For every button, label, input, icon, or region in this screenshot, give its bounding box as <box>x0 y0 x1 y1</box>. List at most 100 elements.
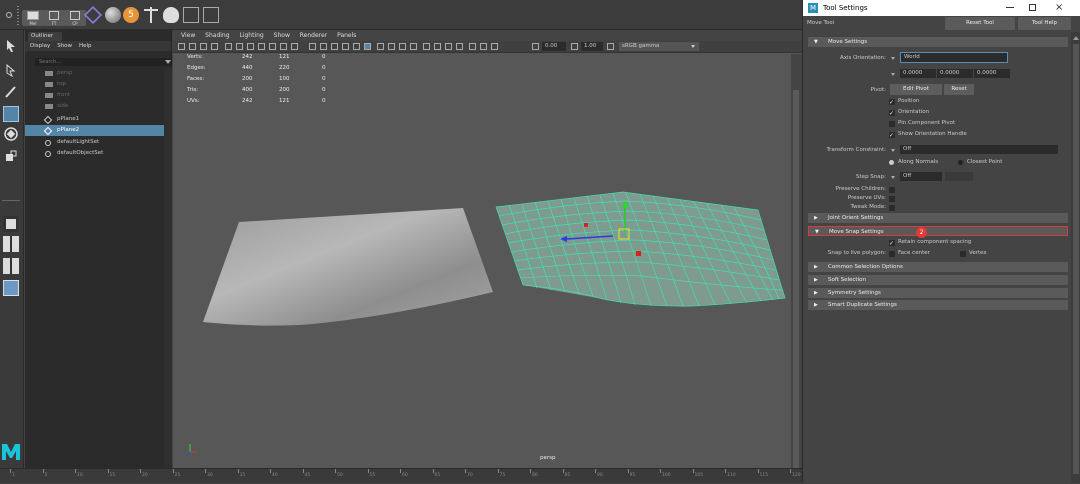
smooth-shade-icon[interactable] <box>320 43 327 50</box>
lasso-tool-icon[interactable] <box>3 62 19 78</box>
section-smart-duplicate[interactable]: ▶ Smart Duplicate Settings <box>808 300 1068 310</box>
tool-help-button[interactable]: Tool Help <box>1018 17 1071 30</box>
menu-show[interactable]: Show <box>57 43 72 49</box>
outliner-item-side[interactable]: side <box>25 101 164 112</box>
four-pane-layout-icon[interactable] <box>3 236 19 252</box>
anti-alias-icon[interactable] <box>445 43 452 50</box>
outliner-item-defaultlightset[interactable]: defaultLightSet <box>25 137 164 148</box>
outliner-layout-icon[interactable] <box>3 280 19 296</box>
outliner-search-input[interactable]: Search... <box>35 58 171 66</box>
skull-icon[interactable] <box>163 7 179 23</box>
color-management-icon[interactable] <box>607 43 614 50</box>
reset-pivot-button[interactable]: Reset <box>944 84 974 95</box>
hud-toggle-icon[interactable] <box>480 43 487 50</box>
menu-renderer[interactable]: Renderer <box>300 32 327 39</box>
section-soft-selection[interactable]: ▶ Soft Selection <box>808 275 1068 285</box>
section-symmetry[interactable]: ▶ Symmetry Settings <box>808 288 1068 298</box>
maximize-icon[interactable] <box>1029 4 1036 11</box>
two-pane-layout-icon[interactable] <box>3 258 19 274</box>
isolate-select-icon[interactable] <box>469 43 476 50</box>
camera-attr-icon[interactable] <box>189 43 196 50</box>
screen-space-ao-icon[interactable] <box>423 43 430 50</box>
axis-z-field[interactable]: 0.0000 <box>974 69 1010 78</box>
camera-select-icon[interactable] <box>178 43 185 50</box>
time-slider[interactable]: 1 5 10 15 20 25 30 35 40 45 50 55 60 65 70 75 80 85 90 95 10… <box>0 468 802 483</box>
transform-constraint-select[interactable]: Off <box>900 145 1058 154</box>
gamma-field[interactable]: 1.00 <box>581 42 603 51</box>
scroll-up-icon[interactable] <box>1073 36 1079 40</box>
close-icon[interactable]: × <box>1055 0 1063 16</box>
menu-show[interactable]: Show <box>274 32 290 39</box>
bookmark-icon[interactable] <box>200 43 207 50</box>
outliner-item-pplane1[interactable]: pPlane1 <box>25 114 164 125</box>
camera-rig-icon[interactable] <box>183 7 199 23</box>
safe-title-icon[interactable] <box>291 43 298 50</box>
tool-settings-scrollbar[interactable] <box>1071 32 1080 483</box>
textured-icon[interactable] <box>388 43 395 50</box>
default-material-icon[interactable] <box>331 43 338 50</box>
outliner-item-front[interactable]: front <box>25 90 164 101</box>
image-plane-icon[interactable] <box>211 43 218 50</box>
gate-mask-icon[interactable] <box>258 43 265 50</box>
gamma-icon[interactable] <box>571 43 578 50</box>
outliner-item-persp[interactable]: persp <box>25 68 164 79</box>
xray-icon[interactable] <box>377 43 384 50</box>
resolution-gate-icon[interactable] <box>247 43 254 50</box>
field-chart-icon[interactable] <box>269 43 276 50</box>
wireframe-icon[interactable] <box>309 43 316 50</box>
minimize-icon[interactable] <box>1006 7 1014 8</box>
axis-y-field[interactable]: 0.0000 <box>937 69 973 78</box>
edit-pivot-button[interactable]: Edit Pivot <box>890 84 942 95</box>
menu-toggle-icon[interactable] <box>6 12 12 18</box>
ft-shelf-button[interactable]: FT <box>43 10 65 26</box>
retain-spacing-checkbox[interactable]: ✓ <box>889 240 895 247</box>
section-joint-orient[interactable]: ▶ Joint Orient Settings <box>808 213 1068 223</box>
paint-select-icon[interactable] <box>3 84 19 100</box>
menu-display[interactable]: Display <box>30 43 50 49</box>
shadows-icon[interactable] <box>410 43 417 50</box>
single-layout-icon[interactable] <box>3 216 19 232</box>
pplane2-mesh[interactable] <box>495 191 786 307</box>
outliner-item-top[interactable]: top <box>25 79 164 90</box>
sphere-icon[interactable] <box>105 7 121 23</box>
use-lights-icon[interactable] <box>399 43 406 50</box>
move-tool-icon[interactable] <box>3 106 19 122</box>
exposure-icon[interactable] <box>532 43 539 50</box>
menu-lighting[interactable]: Lighting <box>239 32 263 39</box>
pplane1-mesh[interactable] <box>203 208 493 326</box>
along-normals-radio[interactable] <box>889 160 894 165</box>
axis-x-field[interactable]: 0.0000 <box>900 69 936 78</box>
exposure-field[interactable]: 0.00 <box>542 42 566 51</box>
orientation-checkbox[interactable]: ✓ <box>889 110 895 117</box>
menu-view[interactable]: View <box>181 32 195 39</box>
menu-panels[interactable]: Panels <box>337 32 356 39</box>
joint-icon[interactable] <box>143 7 159 23</box>
section-common-selection[interactable]: ▶ Common Selection Options <box>808 262 1068 272</box>
select-tool-icon[interactable] <box>3 38 19 54</box>
show-orientation-handle-checkbox[interactable]: ✓ <box>889 132 895 139</box>
pin-component-pivot-checkbox[interactable] <box>889 121 895 127</box>
vertex-checkbox[interactable] <box>960 251 966 257</box>
xray-active-icon[interactable] <box>353 43 360 50</box>
menu-shading[interactable]: Shading <box>205 32 229 39</box>
xray-joints-icon[interactable] <box>364 43 371 50</box>
face-center-checkbox[interactable] <box>889 251 895 257</box>
outliner-scrollbar[interactable] <box>164 68 172 468</box>
viewport-panel[interactable]: View Shading Lighting Show Renderer Pane… <box>173 30 802 470</box>
tweak-mode-checkbox[interactable] <box>889 205 895 211</box>
section-move-settings[interactable]: ▼ Move Settings <box>808 37 1068 47</box>
step-snap-value-field[interactable] <box>945 172 973 181</box>
group-icon[interactable] <box>203 7 219 23</box>
step-snap-select[interactable]: Off <box>900 172 942 181</box>
reset-tool-button[interactable]: Reset Tool <box>945 17 1015 30</box>
safe-action-icon[interactable] <box>280 43 287 50</box>
menu-help[interactable]: Help <box>79 43 92 49</box>
scale-tool-icon[interactable] <box>3 148 19 164</box>
closest-point-radio[interactable] <box>958 160 963 165</box>
camera-lock-icon[interactable] <box>491 43 498 50</box>
search-options-icon[interactable] <box>165 60 171 64</box>
motion-blur-icon[interactable] <box>434 43 441 50</box>
rotate-tool-icon[interactable] <box>3 126 19 142</box>
scrollbar-thumb[interactable] <box>1073 44 1079 474</box>
outliner-item-pplane2[interactable]: pPlane2 <box>25 125 164 136</box>
